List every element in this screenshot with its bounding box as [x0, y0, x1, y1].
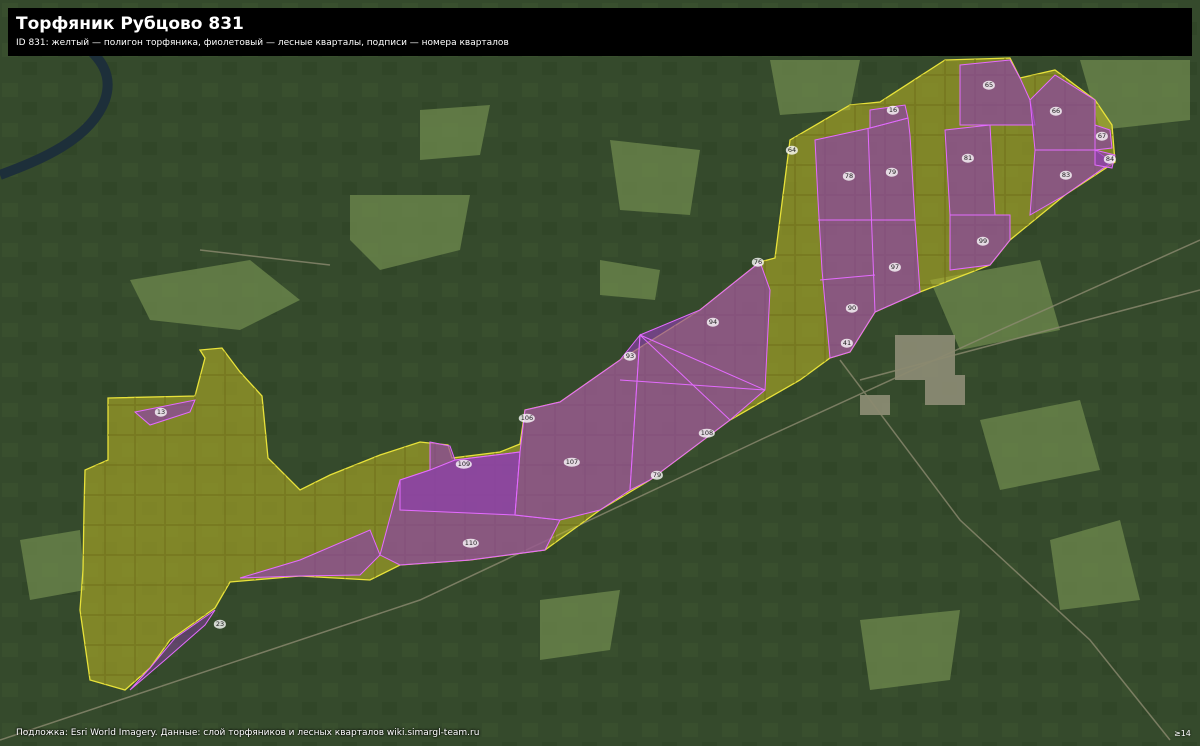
quarter-label: 65 — [982, 80, 996, 90]
quarter-label: 97 — [888, 262, 902, 272]
quarter-label: 23 — [213, 619, 227, 629]
attribution-text: Подложка: Esri World Imagery. Данные: сл… — [16, 728, 480, 738]
quarter-label: 99 — [976, 236, 990, 246]
quarter-label: 109 — [455, 459, 473, 469]
map-subtitle: ID 831: желтый — полигон торфяника, фиол… — [16, 38, 509, 48]
quarter-label: 67 — [1095, 131, 1109, 141]
map-view[interactable]: 13 23 110 109 106 107 108 79 93 94 76 41… — [0, 0, 1200, 746]
quarter-label: 83 — [1059, 170, 1073, 180]
satellite-map[interactable] — [0, 0, 1200, 746]
quarter-label: 110 — [462, 538, 480, 548]
quarter-label: 66 — [1049, 106, 1063, 116]
quarter-label: 84 — [1103, 154, 1117, 164]
quarter-label: 93 — [623, 351, 637, 361]
title-panel: Торфяник Рубцово 831 ID 831: желтый — по… — [8, 8, 1192, 56]
zoom-note: ≥14 — [1174, 729, 1191, 738]
quarter-label: 94 — [706, 317, 720, 327]
quarter-label: 81 — [961, 153, 975, 163]
quarter-label: 106 — [518, 413, 536, 423]
quarter-label: 76 — [751, 257, 765, 267]
quarter-label: 13 — [154, 407, 168, 417]
quarter-label: 78 — [842, 171, 856, 181]
quarter-label: 90 — [845, 303, 859, 313]
quarter-label: 64 — [785, 145, 799, 155]
map-title: Торфяник Рубцово 831 — [16, 14, 244, 34]
quarter-label: 41 — [840, 338, 854, 348]
quarter-label: 107 — [563, 457, 581, 467]
quarter-label: 79 — [885, 167, 899, 177]
quarter-label: 16 — [886, 105, 900, 115]
quarter-label: 108 — [698, 428, 716, 438]
quarter-label: 79 — [650, 470, 664, 480]
